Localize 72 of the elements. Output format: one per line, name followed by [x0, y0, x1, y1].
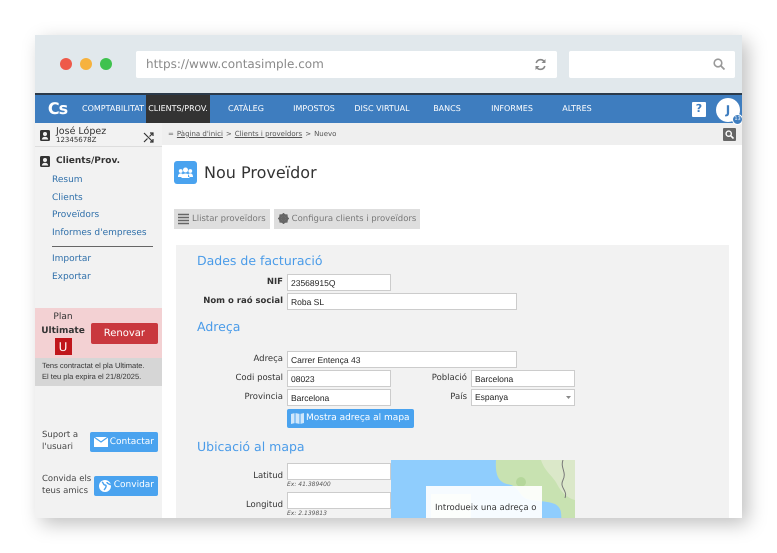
configure-button[interactable]: Configura clients i proveïdors — [274, 209, 420, 229]
invite-button[interactable]: Convidar — [94, 476, 158, 496]
text-field[interactable]: 08023 — [287, 370, 391, 387]
window-control-icon[interactable] — [100, 58, 112, 70]
field-label: Adreça — [252, 353, 284, 366]
list-icon — [178, 213, 189, 225]
mail-icon — [94, 436, 108, 448]
list-button[interactable]: Llistar proveïdors — [174, 209, 270, 229]
field-label: Codi postal — [234, 372, 284, 385]
sidebar-link[interactable]: Resum — [35, 172, 162, 190]
nav-tab[interactable]: BANCS — [418, 95, 476, 123]
map-prompt: Introdueix una adreça o — [435, 503, 536, 513]
text-field[interactable]: Barcelona — [287, 389, 391, 406]
page-title: Nou Proveïdor — [204, 162, 317, 182]
sidebar-link[interactable]: Importar — [35, 251, 162, 269]
sidebar-link[interactable]: Exportar — [35, 268, 162, 286]
support-text: Convida els teus amics — [42, 474, 92, 498]
plan-label: Plan — [53, 311, 73, 324]
field-label: País — [449, 391, 468, 404]
renew-button[interactable]: Renovar — [90, 322, 158, 344]
contact-button[interactable]: Contactar — [90, 432, 158, 452]
reload-icon — [534, 58, 547, 70]
search-icon — [713, 58, 725, 70]
nav-tab[interactable]: CATÀLEG — [210, 95, 282, 123]
avatar-letter: J — [726, 102, 730, 119]
field-label: Latitud — [252, 470, 284, 482]
user-icon — [40, 130, 50, 141]
shuffle-icon — [143, 132, 154, 143]
field-label: Longitud — [244, 498, 284, 512]
user-name: José López — [56, 127, 108, 137]
help-button[interactable]: ? — [692, 102, 706, 117]
plan-badge: U — [54, 338, 72, 356]
text-field[interactable]: Barcelona — [471, 370, 575, 387]
sidebar-link[interactable]: Proveïdors — [35, 207, 162, 225]
nav-tab[interactable]: IMPOSTOS — [282, 95, 346, 123]
window-control-icon[interactable] — [60, 58, 72, 70]
nav-tab[interactable]: CLIENTS/PROV. — [146, 95, 210, 123]
field-label: Provincia — [243, 391, 284, 404]
window-control-icon[interactable] — [80, 58, 92, 70]
globe-icon — [98, 480, 112, 492]
nav-tab[interactable]: ALTRES — [548, 95, 606, 123]
field-label: Població — [430, 372, 468, 385]
section-heading: Dades de facturació — [197, 253, 324, 268]
sidebar-link[interactable]: Clients — [35, 190, 162, 208]
country-select[interactable]: Espanya — [471, 389, 575, 406]
nav-tab[interactable]: INFORMES — [476, 95, 548, 123]
coordinate-field[interactable] — [287, 492, 391, 509]
coordinate-field[interactable] — [287, 463, 391, 480]
section-heading: Adreça — [197, 319, 242, 334]
text-field[interactable]: 23568915Q — [287, 274, 391, 291]
address-bar[interactable]: https://www.contasimple.com — [136, 50, 557, 78]
search-icon — [725, 130, 734, 138]
logo[interactable]: Cs — [48, 97, 68, 121]
nav-tab[interactable]: COMPTABILITAT — [80, 95, 146, 123]
show-map-button[interactable]: Mostra adreça al mapa — [287, 409, 414, 428]
support-text: Suport a l'usuari — [42, 430, 80, 454]
search-button[interactable] — [723, 128, 736, 140]
dropdown-caret-icon — [566, 396, 571, 399]
text-field[interactable]: Carrer Entença 43 — [287, 351, 517, 368]
search-bar[interactable] — [569, 50, 735, 78]
map-icon — [291, 413, 304, 424]
people-icon — [178, 167, 193, 178]
text-field[interactable]: Roba SL — [287, 293, 517, 310]
sidebar-link[interactable]: Informes d'empreses — [35, 224, 162, 242]
field-label: NIF — [266, 276, 284, 289]
section-heading: Ubicació al mapa — [197, 439, 306, 454]
gear-icon — [278, 213, 289, 225]
nav-tab[interactable]: DISC VIRTUAL — [346, 95, 418, 123]
url-text: https://www.contasimple.com — [146, 56, 325, 73]
field-label: Nom o raó social — [202, 295, 284, 308]
sidebar-heading: Clients/Prov. — [56, 154, 120, 168]
plan-name: Ultimate — [41, 324, 85, 338]
